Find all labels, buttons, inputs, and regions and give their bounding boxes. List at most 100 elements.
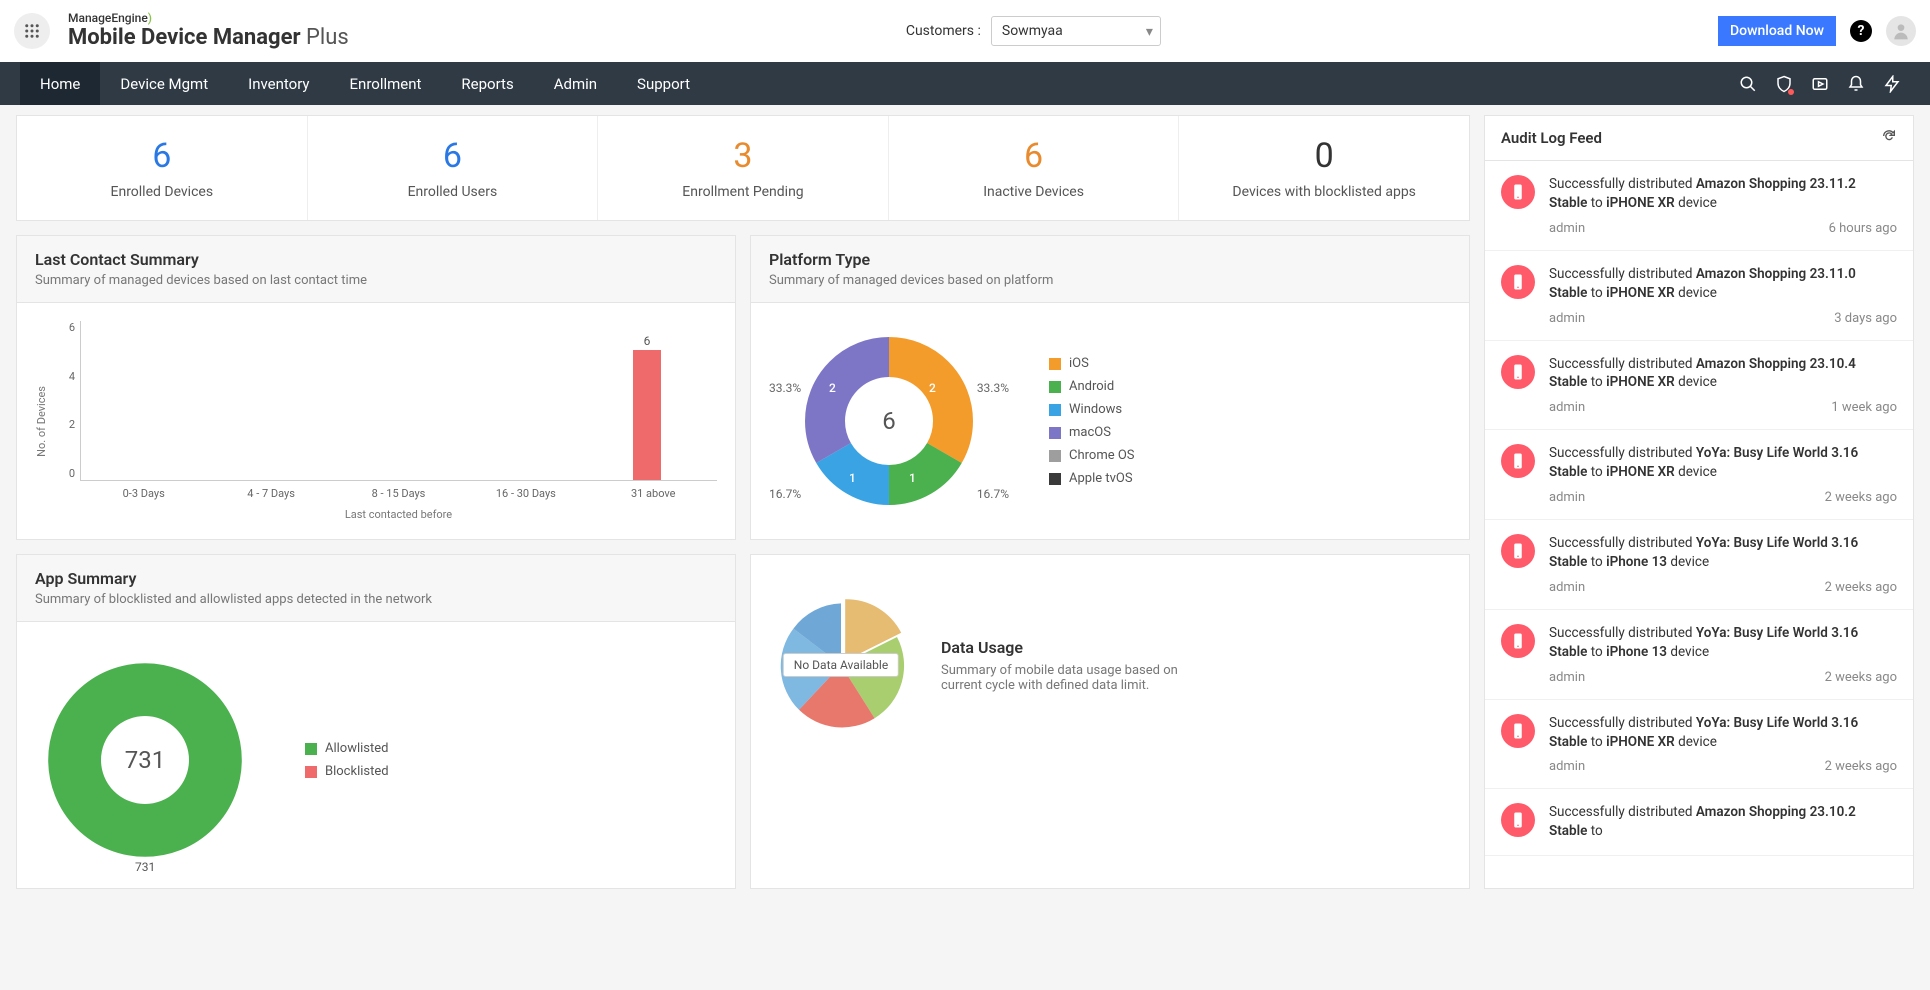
help-icon[interactable]: ?	[1850, 20, 1872, 42]
feed-time: 2 weeks ago	[1825, 490, 1897, 505]
customers-select[interactable]: Sowmyaa	[991, 16, 1161, 46]
platform-donut-chart: 6 33.3% 16.7% 16.7% 33.3% 2 1 1 2	[769, 321, 1009, 521]
pct-label: 33.3%	[769, 381, 801, 395]
brand-product: Mobile Device Manager Plus	[68, 25, 349, 51]
feed-user: admin	[1549, 670, 1585, 685]
no-data-label: No Data Available	[783, 653, 899, 677]
nav-tab-home[interactable]: Home	[20, 62, 100, 105]
audit-feed-item[interactable]: Successfully distributed YoYa: Busy Life…	[1485, 520, 1913, 610]
legend-item[interactable]: iOS	[1049, 356, 1135, 371]
legend-item[interactable]: Allowlisted	[305, 741, 389, 756]
feed-text: Successfully distributed Amazon Shopping…	[1549, 175, 1897, 213]
stat-label: Devices with blocklisted apps	[1184, 184, 1464, 200]
legend-item[interactable]: Android	[1049, 379, 1135, 394]
device-icon	[1501, 624, 1535, 658]
brand-parent: ManageEngine)	[68, 11, 349, 25]
apps-launcher-button[interactable]	[14, 13, 50, 49]
search-icon[interactable]	[1730, 62, 1766, 105]
audit-feed-item[interactable]: Successfully distributed YoYa: Busy Life…	[1485, 430, 1913, 520]
stat-value: 6	[894, 136, 1174, 176]
pct-label: 16.7%	[977, 487, 1009, 501]
main-nav: HomeDevice MgmtInventoryEnrollmentReport…	[0, 62, 1930, 105]
feed-text: Successfully distributed Amazon Shopping…	[1549, 355, 1897, 393]
donut-center-value: 731	[125, 746, 165, 774]
feed-user: admin	[1549, 490, 1585, 505]
refresh-icon[interactable]	[1881, 128, 1897, 148]
stat-tile[interactable]: 0 Devices with blocklisted apps	[1179, 116, 1469, 220]
audit-feed-item[interactable]: Successfully distributed Amazon Shopping…	[1485, 161, 1913, 251]
nav-tab-reports[interactable]: Reports	[441, 62, 533, 105]
legend-item[interactable]: Apple tvOS	[1049, 471, 1135, 486]
legend-item[interactable]: Blocklisted	[305, 764, 389, 779]
audit-feed-item[interactable]: Successfully distributed Amazon Shopping…	[1485, 251, 1913, 341]
pct-label: 33.3%	[977, 381, 1009, 395]
legend-item[interactable]: macOS	[1049, 425, 1135, 440]
stat-tile[interactable]: 6 Inactive Devices	[889, 116, 1180, 220]
stat-tile[interactable]: 6Enrolled Devices	[17, 116, 308, 220]
y-axis-label: No. of Devices	[35, 386, 48, 457]
nav-tab-inventory[interactable]: Inventory	[228, 62, 329, 105]
last-contact-bar-chart: No. of Devices 6420 6 0-3 Days4 - 7 Days…	[35, 321, 717, 521]
customers-label: Customers :	[906, 23, 981, 39]
app-legend: Allowlisted Blocklisted	[305, 741, 389, 779]
card-title: Data Usage	[941, 638, 1449, 657]
app-summary-card: App Summary Summary of blocklisted and a…	[16, 554, 736, 889]
audit-feed-item[interactable]: Successfully distributed YoYa: Busy Life…	[1485, 700, 1913, 790]
download-now-button[interactable]: Download Now	[1718, 16, 1836, 46]
card-subtitle: Summary of managed devices based on last…	[35, 273, 717, 288]
stat-label: Inactive Devices	[894, 184, 1174, 200]
feed-time: 6 hours ago	[1829, 221, 1897, 236]
legend-item[interactable]: Windows	[1049, 402, 1135, 417]
nav-tab-support[interactable]: Support	[617, 62, 710, 105]
feed-user: admin	[1549, 580, 1585, 595]
shield-icon[interactable]	[1766, 62, 1802, 105]
feed-user: admin	[1549, 400, 1585, 415]
stat-tile[interactable]: 6 Enrolled Users	[308, 116, 599, 220]
slice-value: 731	[135, 860, 155, 874]
device-icon	[1501, 265, 1535, 299]
card-title: Platform Type	[769, 250, 1451, 269]
bolt-icon[interactable]	[1874, 62, 1910, 105]
device-icon	[1501, 355, 1535, 389]
feed-text: Successfully distributed YoYa: Busy Life…	[1549, 444, 1897, 482]
audit-feed-item[interactable]: Successfully distributed Amazon Shopping…	[1485, 341, 1913, 431]
nav-tab-device-mgmt[interactable]: Device Mgmt	[100, 62, 228, 105]
feed-user: admin	[1549, 311, 1585, 326]
device-icon	[1501, 175, 1535, 209]
audit-feed-item[interactable]: Successfully distributed Amazon Shopping…	[1485, 789, 1913, 856]
card-subtitle: Summary of mobile data usage based on cu…	[941, 663, 1181, 693]
legend-item[interactable]: Chrome OS	[1049, 448, 1135, 463]
feed-time: 2 weeks ago	[1825, 580, 1897, 595]
feed-time: 3 days ago	[1834, 311, 1897, 326]
card-title: Last Contact Summary	[35, 250, 717, 269]
video-icon[interactable]	[1802, 62, 1838, 105]
feed-user: admin	[1549, 221, 1585, 236]
stat-tile[interactable]: 3 Enrollment Pending	[598, 116, 889, 220]
audit-log-panel: Audit Log Feed Successfully distributed …	[1484, 115, 1914, 889]
apps-grid-icon	[23, 22, 41, 40]
platform-type-card: Platform Type Summary of managed devices…	[750, 235, 1470, 540]
stat-label: Enrolled Users	[313, 184, 593, 200]
stat-value: 3	[603, 136, 883, 176]
feed-time: 2 weeks ago	[1825, 759, 1897, 774]
data-usage-chart: No Data Available	[771, 595, 911, 735]
app-summary-donut-chart: 731 731	[35, 650, 255, 870]
last-contact-card: Last Contact Summary Summary of managed …	[16, 235, 736, 540]
card-title: App Summary	[35, 569, 717, 588]
nav-tab-enrollment[interactable]: Enrollment	[330, 62, 442, 105]
stat-label: Enrollment Pending	[603, 184, 883, 200]
stats-row: 6Enrolled Devices6Enrolled Users3Enrollm…	[16, 115, 1470, 221]
data-usage-card: No Data Available Data Usage Summary of …	[750, 554, 1470, 889]
bell-icon[interactable]	[1838, 62, 1874, 105]
slice-value: 2	[829, 381, 836, 395]
stat-value: 6	[313, 136, 593, 176]
user-avatar[interactable]	[1886, 16, 1916, 46]
card-subtitle: Summary of blocklisted and allowlisted a…	[35, 592, 717, 607]
stat-value: 6	[22, 136, 302, 176]
audit-feed-item[interactable]: Successfully distributed YoYa: Busy Life…	[1485, 610, 1913, 700]
audit-title: Audit Log Feed	[1501, 129, 1602, 147]
nav-tab-admin[interactable]: Admin	[534, 62, 617, 105]
feed-text: Successfully distributed YoYa: Busy Life…	[1549, 534, 1897, 572]
stat-value: 0	[1184, 136, 1464, 176]
donut-center-value: 6	[882, 407, 896, 435]
